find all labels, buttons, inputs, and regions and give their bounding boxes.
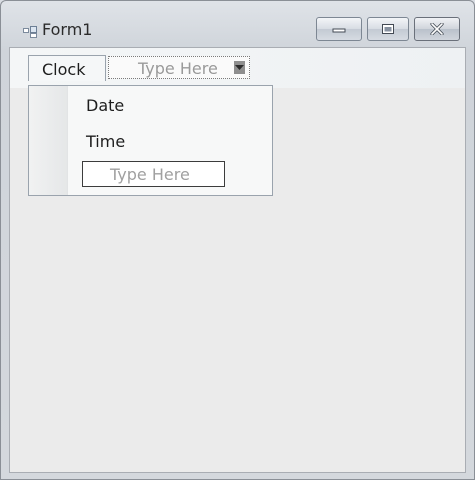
menu-type-here-placeholder: Type Here: [138, 59, 218, 78]
minimize-icon: [332, 28, 346, 33]
form-client-area: Clock Type Here Date Time Type Here: [9, 47, 466, 473]
dropdown-type-here-placeholder: Type Here: [110, 165, 190, 184]
menu-item-clock[interactable]: Clock: [28, 55, 106, 81]
dropdown-type-here-box[interactable]: Type Here: [82, 161, 225, 187]
menu-item-clock-label: Clock: [42, 60, 86, 79]
chevron-down-icon: [235, 65, 244, 70]
minimize-button[interactable]: [316, 17, 362, 41]
dropdown-toggle-button[interactable]: [234, 61, 245, 74]
maximize-button[interactable]: [367, 17, 409, 41]
menu-type-here-box[interactable]: Type Here: [108, 56, 250, 79]
menu-strip: Clock Type Here: [10, 48, 465, 88]
form-window: Form1 Clock Type Here Date Time Type Her…: [0, 0, 475, 480]
clock-dropdown-menu: Date Time Type Here: [28, 85, 273, 196]
dropdown-margin-divider: [67, 86, 68, 195]
form-icon: [23, 23, 37, 38]
close-button[interactable]: [414, 17, 460, 41]
close-icon: [430, 23, 444, 35]
window-title: Form1: [42, 20, 93, 39]
dropdown-image-margin: [29, 86, 67, 195]
maximize-icon: [382, 24, 394, 34]
title-bar[interactable]: Form1: [1, 1, 474, 47]
menu-item-date[interactable]: Date: [86, 96, 124, 115]
menu-item-time[interactable]: Time: [86, 132, 125, 151]
